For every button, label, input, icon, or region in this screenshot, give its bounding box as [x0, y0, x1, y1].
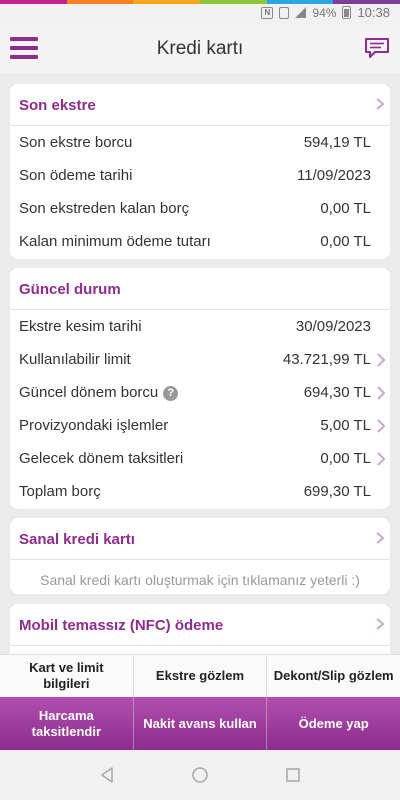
card-title: Sanal kredi kartı — [19, 531, 135, 548]
card-header[interactable]: Mobil temassız (NFC) ödeme — [10, 604, 390, 646]
row-label: Provizyondaki işlemler — [19, 417, 169, 434]
virtual-card-hint[interactable]: Sanal kredi kartı oluşturmak için tıklam… — [10, 560, 390, 588]
action-row-primary: Harcama taksitlendir Nakit avans kullan … — [0, 697, 400, 750]
nfc-card[interactable]: Mobil temassız (NFC) ödeme — [10, 604, 390, 654]
chevron-right-icon[interactable] — [374, 618, 386, 630]
row-label: Son ödeme tarihi — [19, 167, 133, 184]
chat-icon[interactable] — [364, 37, 390, 59]
status-bar: N 94% 10:38 — [0, 0, 400, 24]
make-payment-button[interactable]: Ödeme yap — [267, 697, 400, 750]
card-title: Son ekstre — [19, 97, 96, 114]
help-icon[interactable]: ? — [163, 386, 179, 401]
row-value: 694,30 TL — [303, 384, 371, 401]
row-label: Son ekstreden kalan borç — [19, 200, 190, 217]
app-header: Kredi kartı — [0, 24, 400, 74]
statement-row: Son ekstre borcu 594,19 TL — [10, 126, 390, 159]
system-nav-bar — [0, 750, 400, 800]
virtual-card-card[interactable]: Sanal kredi kartı Sanal kredi kartı oluş… — [10, 518, 390, 594]
row-value: 11/09/2023 — [297, 167, 371, 184]
row-value: 0,00 TL — [320, 450, 371, 467]
row-label: Gelecek dönem taksitleri — [19, 450, 184, 467]
current-period-debt-row[interactable]: Güncel dönem borcu? 694,30 TL — [10, 376, 390, 409]
statement-row: Son ekstreden kalan borç 0,00 TL — [10, 192, 390, 225]
row-label: Güncel dönem borcu? — [19, 384, 179, 401]
row-value: 594,19 TL — [303, 134, 371, 151]
card-limit-info-button[interactable]: Kart ve limit bilgileri — [0, 655, 134, 697]
chevron-right-icon[interactable] — [376, 452, 386, 466]
row-value: 43.721,99 TL — [282, 351, 371, 368]
brand-color-strip — [0, 0, 400, 4]
chevron-right-icon[interactable] — [376, 353, 386, 367]
row-label: Son ekstre borcu — [19, 134, 133, 151]
vibrate-icon — [279, 6, 290, 19]
future-installments-row[interactable]: Gelecek dönem taksitleri 0,00 TL — [10, 442, 390, 475]
row-value: 5,00 TL — [320, 417, 371, 434]
row-label: Kullanılabilir limit — [19, 351, 131, 368]
card-header[interactable]: Sanal kredi kartı — [10, 518, 390, 560]
home-icon[interactable] — [191, 766, 209, 784]
chevron-right-icon[interactable] — [376, 386, 386, 400]
action-button-grid: Kart ve limit bilgileri Ekstre gözlem De… — [0, 654, 400, 750]
signal-icon — [295, 7, 307, 18]
back-icon[interactable] — [98, 766, 116, 784]
row-label: Kalan minimum ödeme tutarı — [19, 233, 211, 250]
status-row: Ekstre kesim tarihi 30/09/2023 — [10, 310, 390, 343]
row-value: 0,00 TL — [320, 233, 371, 250]
statement-row: Son ödeme tarihi 11/09/2023 — [10, 159, 390, 192]
provision-row[interactable]: Provizyondaki işlemler 5,00 TL — [10, 409, 390, 442]
chevron-right-icon[interactable] — [374, 98, 386, 110]
chevron-right-icon[interactable] — [374, 532, 386, 544]
nfc-status-icon: N — [261, 6, 274, 19]
last-statement-card[interactable]: Son ekstre Son ekstre borcu 594,19 TL So… — [10, 84, 390, 259]
chevron-right-icon[interactable] — [376, 419, 386, 433]
current-status-card: Güncel durum Ekstre kesim tarihi 30/09/2… — [10, 268, 390, 509]
action-row-secondary: Kart ve limit bilgileri Ekstre gözlem De… — [0, 654, 400, 697]
row-value: 0,00 TL — [320, 200, 371, 217]
row-label: Ekstre kesim tarihi — [19, 318, 142, 335]
card-title: Güncel durum — [19, 281, 121, 298]
cash-advance-button[interactable]: Nakit avans kullan — [134, 697, 268, 750]
card-title: Mobil temassız (NFC) ödeme — [19, 617, 224, 634]
available-limit-row[interactable]: Kullanılabilir limit 43.721,99 TL — [10, 343, 390, 376]
card-header: Güncel durum — [10, 268, 390, 310]
statement-view-button[interactable]: Ekstre gözlem — [134, 655, 268, 697]
installment-button[interactable]: Harcama taksitlendir — [0, 697, 134, 750]
battery-icon — [342, 6, 352, 19]
battery-percent: 94% — [312, 5, 337, 20]
row-value: 30/09/2023 — [295, 318, 371, 335]
card-header[interactable]: Son ekstre — [10, 84, 390, 126]
row-value: 699,30 TL — [303, 483, 371, 500]
clock: 10:38 — [357, 5, 390, 20]
receipt-view-button[interactable]: Dekont/Slip gözlem — [267, 655, 400, 697]
page-title: Kredi kartı — [156, 38, 244, 59]
row-label: Toplam borç — [19, 483, 101, 500]
recents-icon[interactable] — [284, 766, 302, 784]
content-scroll[interactable]: Son ekstre Son ekstre borcu 594,19 TL So… — [0, 74, 400, 654]
statement-row: Kalan minimum ödeme tutarı 0,00 TL — [10, 225, 390, 259]
status-row: Toplam borç 699,30 TL — [10, 475, 390, 509]
